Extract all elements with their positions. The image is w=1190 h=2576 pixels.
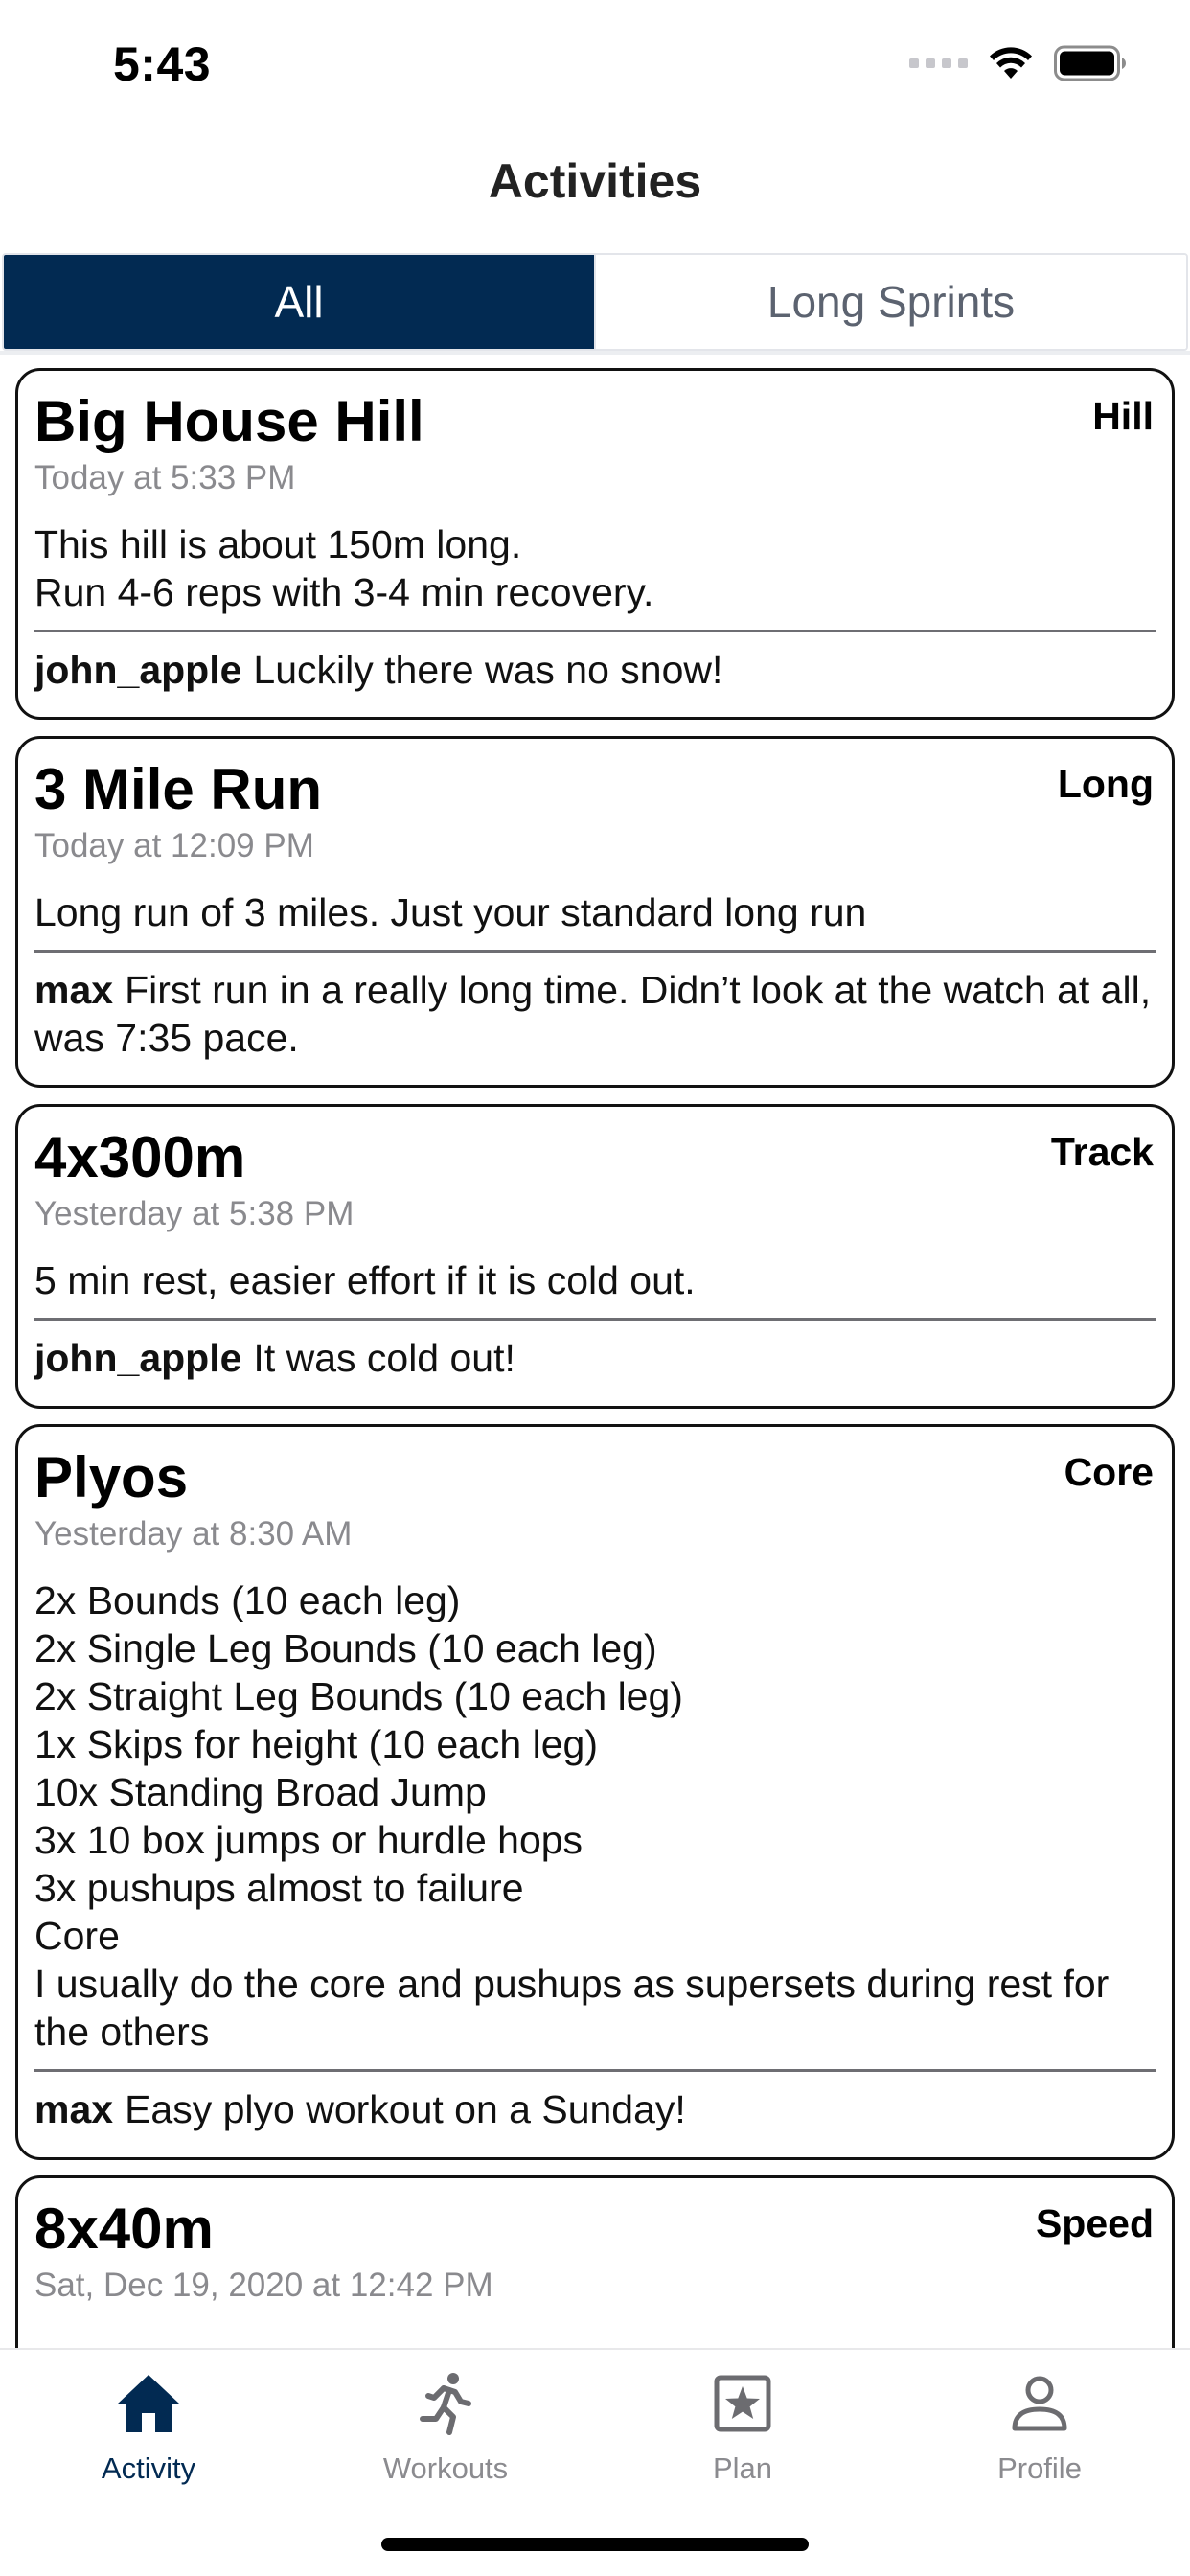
card-divider — [34, 950, 1156, 953]
status-bar: 5:43 — [0, 0, 1190, 134]
activity-tag: Speed — [1035, 2201, 1154, 2245]
activity-card[interactable]: 3 Mile Run Long Today at 12:09 PM Long r… — [15, 736, 1175, 1088]
activity-description: 5 min rest, easier effort if it is cold … — [34, 1258, 696, 1302]
activity-description: Long run of 3 miles. Just your standard … — [34, 890, 867, 934]
activity-comment: max Easy plyo workout on a Sunday! — [34, 2085, 1156, 2133]
person-icon — [1012, 2376, 1067, 2431]
card-header: 4x300m Track — [34, 1124, 1156, 1191]
status-time: 5:43 — [113, 37, 212, 91]
activity-comment: max First run in a really long time. Didn… — [34, 966, 1156, 1062]
activity-time: Yesterday at 5:38 PM — [34, 1195, 355, 1232]
activity-comment: john_apple Luckily there was no snow! — [34, 646, 1156, 694]
activity-feed[interactable]: Big House Hill Hill Today at 5:33 PM Thi… — [0, 368, 1190, 2348]
activity-description: 2x Bounds (10 each leg) 2x Single Leg Bo… — [34, 1578, 1110, 2054]
card-header: 3 Mile Run Long — [34, 756, 1156, 823]
wifi-icon — [990, 47, 1032, 79]
comment-username[interactable]: john_apple — [34, 648, 241, 692]
activity-time: Today at 5:33 PM — [34, 459, 296, 496]
activity-description: This hill is about 150m long. Run 4-6 re… — [34, 522, 654, 614]
tab-label: Workouts — [382, 2451, 509, 2485]
home-icon — [118, 2375, 179, 2432]
card-header: 8x40m Speed — [34, 2196, 1156, 2263]
comment-text: Luckily there was no snow! — [253, 648, 723, 692]
card-divider — [34, 2069, 1156, 2072]
activity-time: Sat, Dec 19, 2020 at 12:42 PM — [34, 2266, 493, 2304]
activity-title: Big House Hill — [34, 389, 424, 453]
activity-card[interactable]: Big House Hill Hill Today at 5:33 PM Thi… — [15, 368, 1175, 720]
tab-label: Activity — [101, 2451, 196, 2485]
activity-tag: Hill — [1092, 394, 1154, 438]
tab-label: Profile — [997, 2451, 1082, 2485]
activity-title: 8x40m — [34, 2196, 214, 2261]
segment-underline — [0, 351, 1190, 355]
segmented-control: All Long Sprints — [2, 253, 1188, 351]
comment-username[interactable]: max — [34, 968, 113, 1012]
activity-card[interactable]: Plyos Core Yesterday at 8:30 AM 2x Bound… — [15, 1424, 1175, 2160]
card-divider — [34, 630, 1156, 632]
comment-text: It was cold out! — [253, 1336, 515, 1380]
tab-profile[interactable]: Profile — [891, 2369, 1188, 2513]
card-header: Big House Hill Hill — [34, 388, 1156, 455]
activity-tag: Long — [1057, 762, 1154, 806]
activity-title: 3 Mile Run — [34, 757, 323, 821]
tab-label: Plan — [712, 2451, 773, 2485]
status-icons — [909, 42, 1127, 84]
card-header: Plyos Core — [34, 1444, 1156, 1511]
card-divider — [34, 1318, 1156, 1321]
runner-icon — [420, 2373, 471, 2435]
page-title: Activities — [488, 154, 702, 208]
comment-text: First run in a really long time. Didn’t … — [34, 968, 1152, 1060]
activity-tag: Track — [1050, 1130, 1154, 1174]
activity-card[interactable]: 8x40m Speed Sat, Dec 19, 2020 at 12:42 P… — [15, 2175, 1175, 2348]
activity-title: Plyos — [34, 1445, 189, 1509]
tab-plan[interactable]: Plan — [594, 2369, 891, 2513]
activity-comment: john_apple It was cold out! — [34, 1334, 1156, 1382]
activity-title: 4x300m — [34, 1125, 246, 1189]
star-square-icon — [714, 2375, 771, 2432]
cellular-signal-icon — [909, 58, 968, 68]
battery-icon — [1054, 45, 1126, 81]
activity-time: Yesterday at 8:30 AM — [34, 1515, 353, 1552]
tab-workouts[interactable]: Workouts — [297, 2369, 594, 2513]
activity-card[interactable]: 4x300m Track Yesterday at 5:38 PM 5 min … — [15, 1104, 1175, 1409]
comment-username[interactable]: john_apple — [34, 1336, 241, 1380]
comment-text: Easy plyo workout on a Sunday! — [125, 2087, 686, 2131]
tab-activity[interactable]: Activity — [0, 2369, 297, 2513]
activity-time: Today at 12:09 PM — [34, 827, 314, 864]
segment-long-sprints[interactable]: Long Sprints — [596, 255, 1186, 349]
home-indicator[interactable] — [381, 2538, 809, 2551]
segment-all[interactable]: All — [4, 255, 594, 349]
activity-tag: Core — [1064, 1450, 1154, 1494]
comment-username[interactable]: max — [34, 2087, 113, 2131]
